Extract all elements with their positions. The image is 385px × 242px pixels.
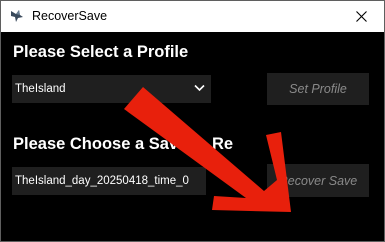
recover-save-window: RecoverSave Please Select a Profile TheI…: [0, 0, 385, 242]
close-button[interactable]: [338, 1, 384, 32]
save-dropdown-value: TheIsland_day_20250418_time_0: [15, 175, 189, 187]
profile-dropdown-value: TheIsland: [15, 83, 66, 95]
profile-section-label: Please Select a Profile: [13, 43, 189, 61]
set-profile-button[interactable]: Set Profile: [267, 73, 369, 105]
save-section-label: Please Choose a Save to Re: [13, 135, 234, 153]
bird-app-icon: [11, 10, 23, 22]
recover-save-button[interactable]: Recover Save: [267, 164, 369, 197]
save-dropdown[interactable]: TheIsland_day_20250418_time_0: [12, 167, 206, 195]
chevron-down-icon: [194, 84, 205, 92]
profile-dropdown[interactable]: TheIsland: [12, 75, 211, 103]
title-bar[interactable]: RecoverSave: [1, 1, 384, 32]
window-title: RecoverSave: [32, 9, 108, 23]
close-icon: [355, 11, 367, 22]
red-arrow-annotation: [124, 87, 291, 212]
